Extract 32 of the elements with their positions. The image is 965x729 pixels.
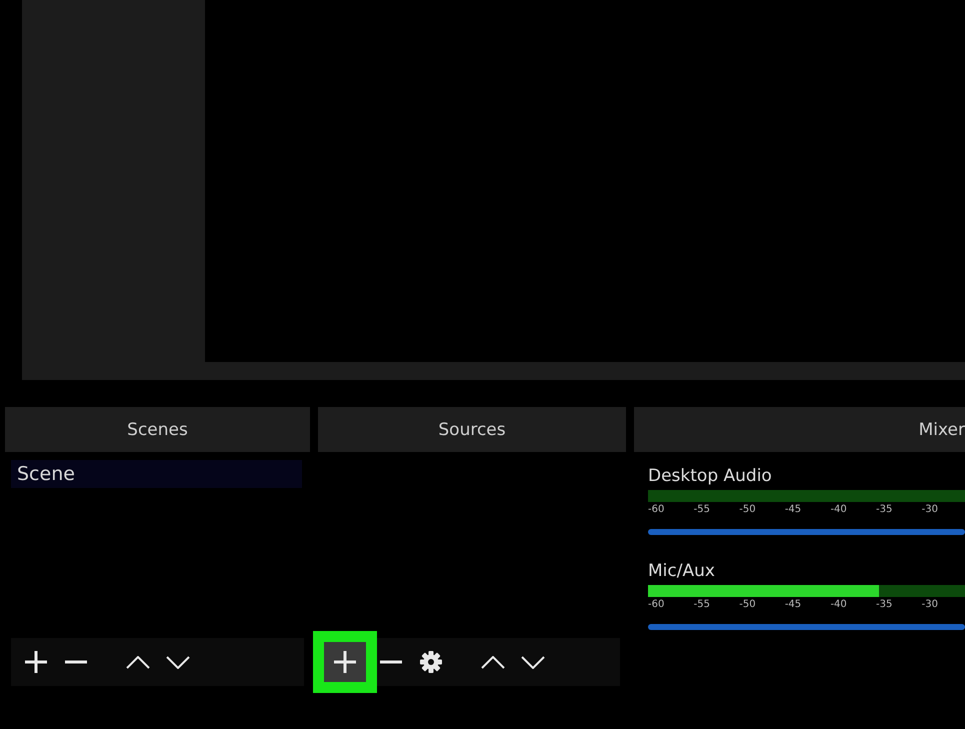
scale-label: -35 [876,599,892,610]
scale-label: -50 [739,599,756,610]
volume-slider[interactable] [648,529,965,535]
volume-slider[interactable] [648,624,965,630]
scale-label: -40 [830,504,847,515]
channel-name: Desktop Audio [648,466,773,486]
add-button[interactable] [324,642,366,682]
scale-label: -45 [784,504,802,515]
minus-icon [65,660,87,664]
scale-label: -40 [830,599,847,610]
scale-label: -55 [694,504,710,515]
scale-label: -35 [876,504,892,515]
scale-label: -45 [784,599,802,610]
gear-icon [420,651,442,673]
chevron-up-icon [481,656,505,668]
scale-label: -30 [922,599,938,610]
scale-label: -60 [648,599,664,610]
scale-label: -50 [739,504,756,515]
panel-header: Mixer [634,407,965,452]
scale-label: -30 [922,504,938,515]
minus-icon [380,660,402,664]
scale-label: -60 [648,504,664,515]
chevron-down-icon [521,656,545,668]
plus-icon [25,651,47,673]
panel-header: Sources [318,407,626,452]
chevron-down-icon [166,656,190,668]
plus-icon [334,651,356,673]
channel-name: Mic/Aux [648,561,716,581]
scale-label: -55 [694,599,710,610]
panel-header: Scenes [5,407,310,452]
scene-item[interactable]: Scene [11,460,302,488]
chevron-up-icon [126,656,150,668]
